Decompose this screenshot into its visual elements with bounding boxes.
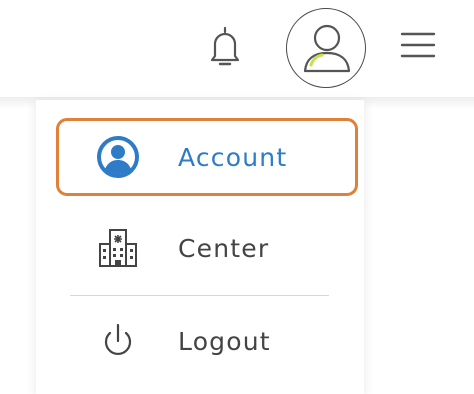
menu-item-label: Center (178, 233, 270, 263)
menu-divider (70, 295, 329, 296)
bell-icon[interactable] (205, 24, 245, 70)
hamburger-menu-icon[interactable] (398, 28, 438, 62)
profile-avatar-button[interactable] (286, 8, 366, 88)
menu-item-center[interactable]: Center (36, 213, 364, 283)
menu-item-logout[interactable]: Logout (36, 306, 364, 376)
building-icon (96, 226, 140, 270)
menu-item-label: Logout (178, 326, 271, 356)
page: Account Center Logout (0, 0, 474, 394)
selected-item-highlight (56, 118, 358, 196)
user-avatar-icon (303, 24, 351, 73)
power-icon (96, 319, 140, 363)
